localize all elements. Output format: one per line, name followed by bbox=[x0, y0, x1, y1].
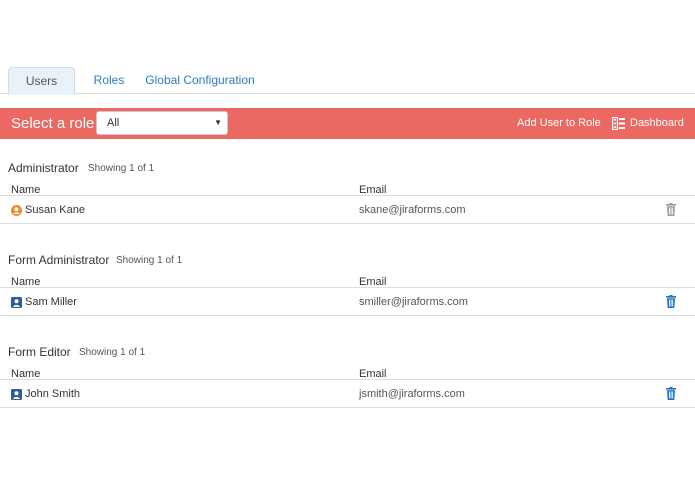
trash-icon[interactable] bbox=[666, 387, 676, 400]
section-count: Showing 1 of 1 bbox=[79, 347, 146, 358]
select-role-label: Select a role bbox=[11, 115, 95, 132]
trash-icon[interactable] bbox=[666, 295, 676, 308]
section-title: Form Editor bbox=[8, 345, 71, 359]
section-count: Showing 1 of 1 bbox=[116, 255, 183, 266]
section-count: Showing 1 of 1 bbox=[88, 163, 155, 174]
trash-icon bbox=[666, 203, 676, 216]
caret-down-icon: ▼ bbox=[214, 118, 222, 127]
dashboard-list-icon bbox=[612, 117, 625, 130]
user-email: skane@jiraforms.com bbox=[359, 204, 466, 216]
table-row: John Smith jsmith@jiraforms.com bbox=[0, 379, 695, 408]
table-row: Sam Miller smiller@jiraforms.com bbox=[0, 287, 695, 316]
user-name: John Smith bbox=[25, 388, 81, 400]
role-toolbar: Select a role All ▼ Add User to Role Das… bbox=[0, 108, 695, 139]
user-name: Susan Kane bbox=[25, 204, 85, 216]
admin-avatar-icon bbox=[11, 205, 22, 216]
tab-roles[interactable]: Roles bbox=[84, 67, 134, 94]
role-select[interactable]: All ▼ bbox=[96, 111, 228, 135]
tab-bar: Users Roles Global Configuration bbox=[0, 67, 695, 95]
section-title: Administrator bbox=[8, 161, 79, 175]
user-email: smiller@jiraforms.com bbox=[359, 296, 468, 308]
tab-global-configuration[interactable]: Global Configuration bbox=[144, 67, 256, 94]
section-title: Form Administrator bbox=[8, 253, 110, 267]
tab-users[interactable]: Users bbox=[8, 67, 75, 95]
user-avatar-icon bbox=[11, 389, 22, 400]
role-select-value: All bbox=[107, 117, 120, 129]
table-row: Susan Kane skane@jiraforms.com bbox=[0, 195, 695, 224]
dashboard-label: Dashboard bbox=[630, 117, 684, 129]
user-avatar-icon bbox=[11, 297, 22, 308]
add-user-to-role-link[interactable]: Add User to Role bbox=[517, 108, 601, 139]
user-email: jsmith@jiraforms.com bbox=[359, 388, 465, 400]
user-name: Sam Miller bbox=[25, 296, 77, 308]
